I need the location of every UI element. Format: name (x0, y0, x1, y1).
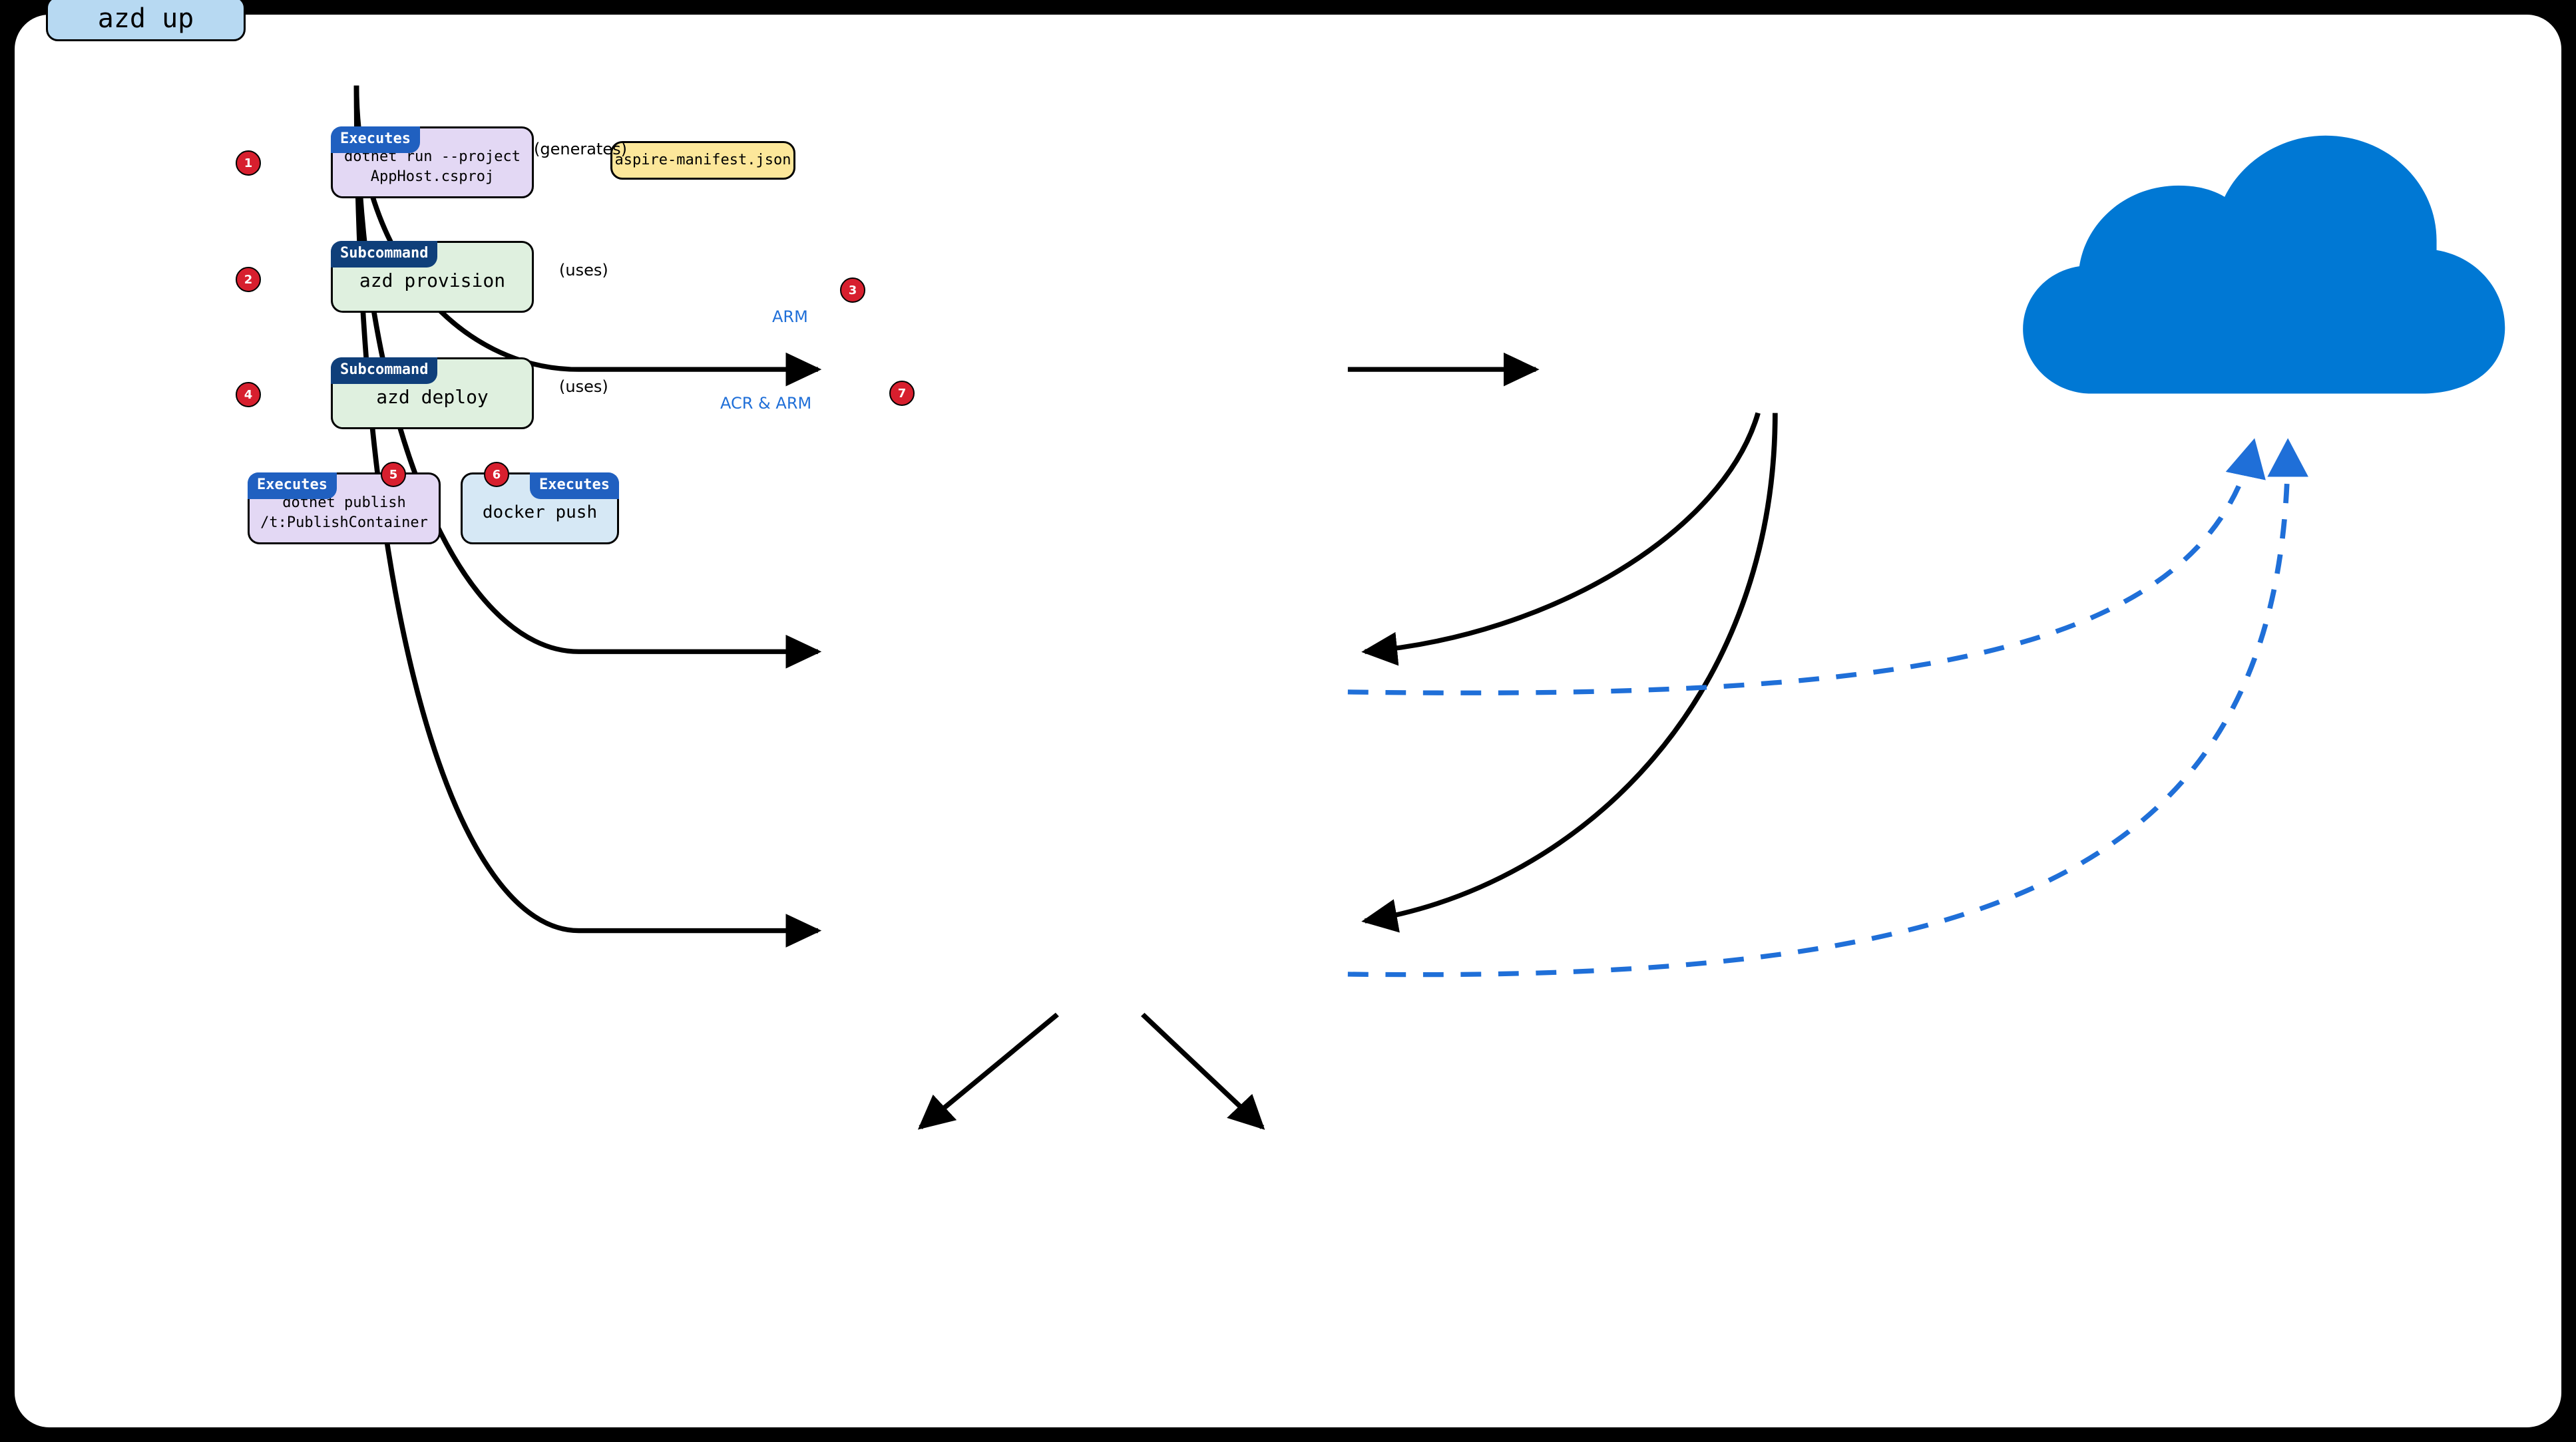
node-deploy: Subcommand azd deploy (331, 357, 534, 429)
node-azd-up-text: azd up (98, 1, 194, 37)
edge-generates: (generates) (534, 140, 627, 158)
step-badge-7: 7 (889, 381, 915, 406)
tag-executes-3: Executes (530, 472, 619, 499)
tag-subcommand: Subcommand (331, 241, 437, 268)
node-publish: Executes dotnet publish /t:PublishContai… (248, 472, 441, 544)
diagram-frame: azd up Executes dotnet run --project App… (9, 9, 2567, 1433)
step-badge-1: 1 (236, 150, 261, 176)
node-azd-up: azd up (46, 0, 246, 41)
node-deploy-text: azd deploy (376, 385, 489, 410)
connectors-layer (15, 15, 2561, 1427)
node-provision-text: azd provision (359, 268, 505, 293)
node-manifest: aspire-manifest.json (610, 141, 795, 180)
step-badge-3: 3 (840, 277, 865, 303)
node-manifest-text: aspire-manifest.json (615, 150, 791, 170)
node-docker-text: docker push (483, 501, 597, 524)
node-provision: Subcommand azd provision (331, 241, 534, 313)
edge-uses-2: (uses) (559, 377, 608, 396)
node-dotnet-run: Executes dotnet run --project AppHost.cs… (331, 126, 534, 198)
tag-executes-2: Executes (248, 472, 337, 499)
step-badge-4: 4 (236, 382, 261, 407)
edge-uses-1: (uses) (559, 261, 608, 279)
step-badge-2: 2 (236, 267, 261, 292)
node-docker: Executes docker push (461, 472, 619, 544)
tag-subcommand-2: Subcommand (331, 357, 437, 384)
step-badge-5: 5 (381, 462, 406, 487)
edge-acr-arm: ACR & ARM (720, 394, 811, 413)
node-publish-text: dotnet publish /t:PublishContainer (260, 493, 428, 532)
tag-executes: Executes (331, 126, 420, 153)
edge-arm: ARM (772, 307, 808, 326)
node-dotnet-run-text: dotnet run --project AppHost.csproj (344, 147, 521, 186)
step-badge-6: 6 (484, 462, 509, 487)
